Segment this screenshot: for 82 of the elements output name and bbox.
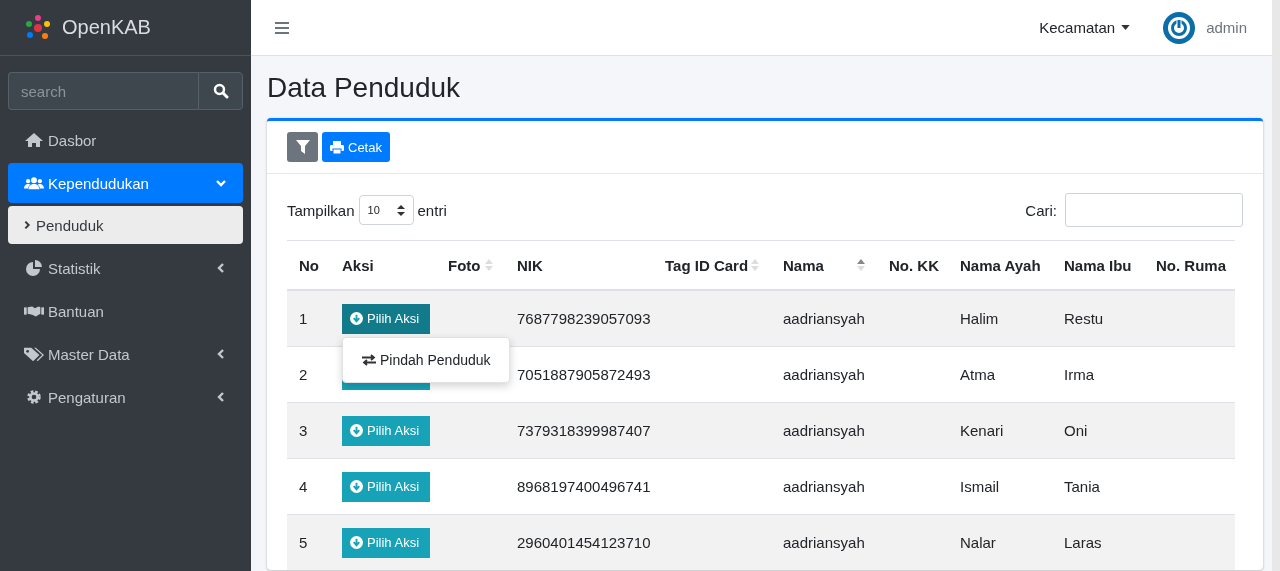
length-label: Tampilkan (287, 201, 355, 219)
table-cell: 5 (299, 534, 308, 551)
printer-icon (330, 140, 344, 154)
sidebar-subitem[interactable]: Penduduk (8, 206, 243, 244)
filter-icon (295, 140, 310, 154)
filter-button[interactable] (287, 132, 318, 162)
search-field[interactable]: search (8, 72, 198, 110)
home-icon (24, 132, 44, 148)
table-cell: Tania (1064, 478, 1100, 495)
table-cell: Nalar (960, 534, 996, 551)
table-cell: 3 (299, 422, 308, 439)
menu-item[interactable]: Pindah Penduduk (343, 346, 509, 374)
table-cell: 4 (299, 478, 308, 495)
handshake-icon (24, 303, 44, 319)
table-cell: 8968197400496741 (517, 478, 651, 495)
search-button[interactable] (198, 72, 243, 110)
caret-icon (1121, 25, 1131, 30)
length-label: entri (417, 201, 447, 219)
table-cell: 2 (299, 366, 308, 383)
user-name[interactable]: admin (1206, 19, 1247, 36)
avatar-icon[interactable] (1162, 10, 1197, 45)
table-cell: Irma (1064, 366, 1094, 383)
action-button[interactable]: Pilih Aksi (342, 303, 430, 334)
pie-chart-icon (24, 260, 44, 276)
chevron-left-icon (215, 348, 227, 360)
chevron-left-icon (215, 391, 227, 403)
arrow-down-circle-icon (350, 480, 363, 493)
table-search-field[interactable] (1065, 193, 1243, 227)
length-select[interactable]: 10 (358, 195, 414, 225)
chevron-left-icon (215, 262, 227, 274)
arrow-down-circle-icon (350, 424, 363, 437)
sidebar-item[interactable]: Kependudukan (8, 163, 243, 203)
sidebar-item[interactable]: Dasbor (8, 120, 243, 160)
table-cell: Restu (1064, 310, 1104, 327)
sidebar-item[interactable]: Master Data (8, 334, 243, 374)
chevron-right-icon (22, 220, 32, 230)
column-header[interactable]: No. Ruma (1156, 256, 1226, 274)
sidebar-item[interactable]: Bantuan (8, 291, 243, 331)
column-header[interactable]: No (299, 256, 319, 274)
print-button[interactable]: Cetak (322, 132, 390, 162)
tags-icon (24, 346, 44, 362)
table-cell: Halim (960, 310, 999, 327)
table-cell: aadriansyah (783, 310, 865, 327)
table-cell: 7051887905872493 (517, 366, 651, 383)
table-cell: Laras (1064, 534, 1102, 551)
chevron-down-icon (215, 177, 227, 189)
swap-arrows-icon (362, 354, 376, 366)
scrollbar[interactable] (1272, 0, 1280, 571)
table-cell: aadriansyah (783, 422, 865, 439)
column-header[interactable]: Nama (783, 256, 824, 274)
menu-icon[interactable] (275, 21, 289, 34)
sidebar-item[interactable]: Pengaturan (8, 377, 243, 417)
sort-icon (396, 204, 405, 216)
column-header[interactable]: No. KK (889, 256, 939, 274)
column-header[interactable]: Tag ID Card (665, 256, 749, 274)
column-header[interactable]: Nama Ayah (960, 256, 1041, 274)
arrow-down-circle-icon (350, 312, 363, 325)
brand-name: OpenKAB (62, 16, 151, 39)
arrow-down-circle-icon (350, 536, 363, 549)
search-icon (212, 83, 229, 99)
table-cell: aadriansyah (783, 366, 865, 383)
table-cell: Ismail (960, 478, 1000, 495)
table-cell: Kenari (960, 422, 1004, 439)
users-icon (24, 175, 44, 191)
district-dropdown[interactable]: Kecamatan (1039, 19, 1131, 36)
column-header[interactable]: Aksi (342, 256, 374, 274)
table-cell: Oni (1064, 422, 1088, 439)
sort-icon[interactable] (857, 258, 865, 272)
column-header[interactable]: Foto (448, 256, 481, 274)
column-header[interactable]: Nama Ibu (1064, 256, 1132, 274)
column-header[interactable]: NIK (517, 256, 543, 274)
page-title: Data Penduduk (267, 72, 462, 104)
table-cell: 1 (299, 310, 308, 327)
table-cell: 2960401454123710 (517, 534, 651, 551)
table-cell: 7379318399987407 (517, 422, 651, 439)
gear-icon (24, 389, 44, 405)
search-label: Cari: (1025, 201, 1057, 219)
table-cell: aadriansyah (783, 478, 865, 495)
sidebar-item[interactable]: Statistik (8, 248, 243, 288)
table-cell: aadriansyah (783, 534, 865, 551)
table-cell: Atma (960, 366, 995, 383)
table-cell: 7687798239057093 (517, 310, 651, 327)
